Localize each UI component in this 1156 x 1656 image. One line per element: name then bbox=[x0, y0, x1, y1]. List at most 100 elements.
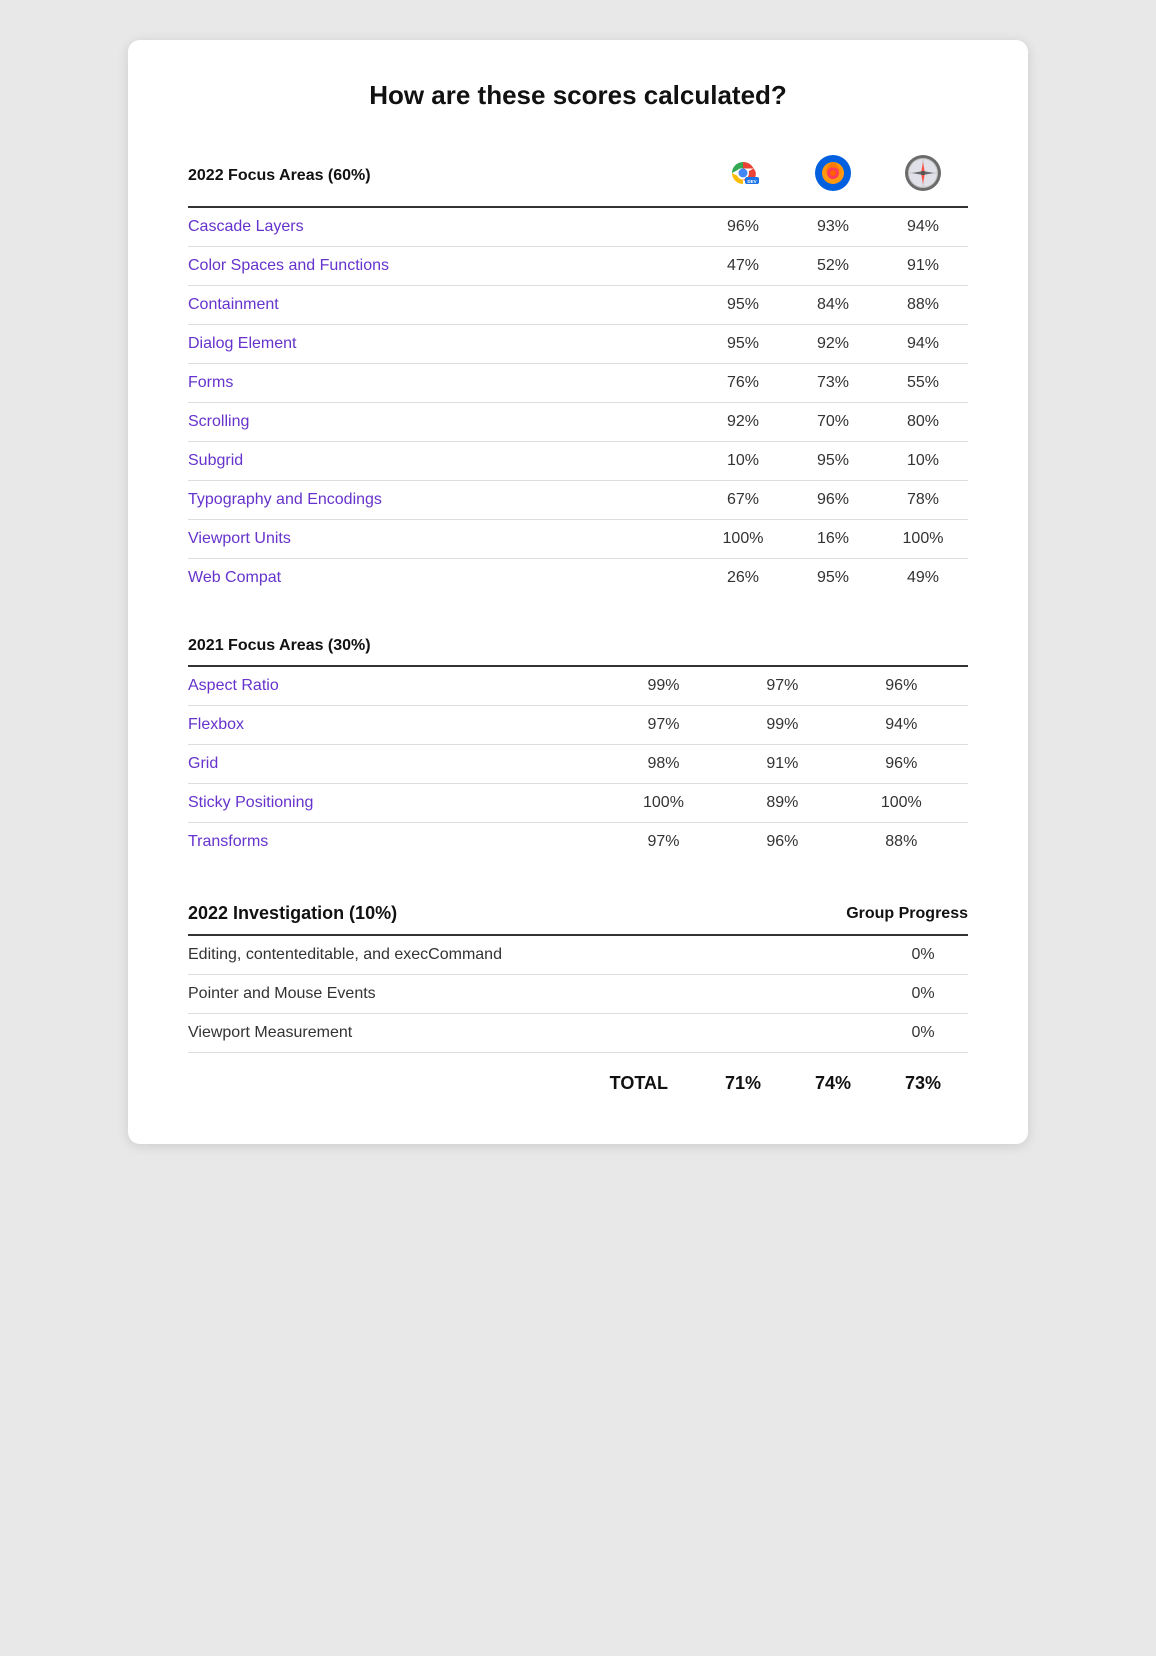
score-col-0: 99% bbox=[597, 666, 730, 706]
score-col-0: 100% bbox=[597, 784, 730, 823]
investigation-label: 2022 Investigation (10%) bbox=[188, 903, 397, 924]
investigation-header: 2022 Investigation (10%) Group Progress bbox=[188, 893, 968, 934]
row-label[interactable]: Forms bbox=[188, 364, 698, 403]
focus2021-table: 2021 Focus Areas (30%) Aspect Ratio 99% … bbox=[188, 629, 968, 861]
score-col-1: 97% bbox=[730, 666, 834, 706]
table-row: Subgrid 10% 95% 10% bbox=[188, 442, 968, 481]
score-col-0: 92% bbox=[698, 403, 788, 442]
inv-row-label: Viewport Measurement bbox=[188, 1014, 878, 1053]
score-col-1: 89% bbox=[730, 784, 834, 823]
table-row: Transforms 97% 96% 88% bbox=[188, 823, 968, 862]
table-row: Color Spaces and Functions 47% 52% 91% bbox=[188, 247, 968, 286]
score-col-0: 98% bbox=[597, 745, 730, 784]
row-label[interactable]: Color Spaces and Functions bbox=[188, 247, 698, 286]
score-col-0: 26% bbox=[698, 559, 788, 598]
score-col-1: 16% bbox=[788, 520, 878, 559]
score-col-1: 92% bbox=[788, 325, 878, 364]
chrome-header: DEV bbox=[698, 147, 788, 207]
row-label[interactable]: Containment bbox=[188, 286, 698, 325]
row-label[interactable]: Viewport Units bbox=[188, 520, 698, 559]
score-col-0: 10% bbox=[698, 442, 788, 481]
focus2022-section-label: 2022 Focus Areas (60%) bbox=[188, 147, 698, 207]
total-score-1: 74% bbox=[788, 1073, 878, 1094]
svg-text:DEV: DEV bbox=[747, 179, 756, 184]
score-col-2: 49% bbox=[878, 559, 968, 598]
score-col-0: 96% bbox=[698, 207, 788, 247]
score-col-1: 99% bbox=[730, 706, 834, 745]
gap1 bbox=[188, 597, 968, 629]
table-row: Cascade Layers 96% 93% 94% bbox=[188, 207, 968, 247]
score-col-2: 100% bbox=[878, 520, 968, 559]
table-row: Containment 95% 84% 88% bbox=[188, 286, 968, 325]
focus2021-section-label: 2021 Focus Areas (30%) bbox=[188, 637, 371, 654]
chrome-icon: DEV bbox=[725, 155, 761, 191]
score-col-2: 94% bbox=[878, 325, 968, 364]
row-label[interactable]: Grid bbox=[188, 745, 597, 784]
inv-score-col: 0% bbox=[878, 936, 968, 975]
score-col-0: 97% bbox=[597, 706, 730, 745]
score-col-1: 91% bbox=[730, 745, 834, 784]
table-row: Scrolling 92% 70% 80% bbox=[188, 403, 968, 442]
row-label[interactable]: Transforms bbox=[188, 823, 597, 862]
total-score-2: 73% bbox=[878, 1073, 968, 1094]
score-col-1: 96% bbox=[730, 823, 834, 862]
score-col-2: 94% bbox=[835, 706, 968, 745]
score-col-1: 70% bbox=[788, 403, 878, 442]
score-col-1: 93% bbox=[788, 207, 878, 247]
row-label[interactable]: Cascade Layers bbox=[188, 207, 698, 247]
score-col-2: 91% bbox=[878, 247, 968, 286]
inv-row-label: Editing, contenteditable, and execComman… bbox=[188, 936, 878, 975]
main-card: How are these scores calculated? 2022 Fo… bbox=[128, 40, 1028, 1144]
score-col-0: 95% bbox=[698, 286, 788, 325]
table-row: Web Compat 26% 95% 49% bbox=[188, 559, 968, 598]
table-row: Pointer and Mouse Events 0% bbox=[188, 975, 968, 1014]
inv-score-col: 0% bbox=[878, 975, 968, 1014]
score-col-0: 95% bbox=[698, 325, 788, 364]
table-row: Aspect Ratio 99% 97% 96% bbox=[188, 666, 968, 706]
row-label[interactable]: Dialog Element bbox=[188, 325, 698, 364]
row-label[interactable]: Sticky Positioning bbox=[188, 784, 597, 823]
table-row: Editing, contenteditable, and execComman… bbox=[188, 936, 968, 975]
table-row: Grid 98% 91% 96% bbox=[188, 745, 968, 784]
score-col-2: 10% bbox=[878, 442, 968, 481]
gap2 bbox=[188, 861, 968, 893]
score-col-2: 78% bbox=[878, 481, 968, 520]
table-row: Dialog Element 95% 92% 94% bbox=[188, 325, 968, 364]
row-label[interactable]: Typography and Encodings bbox=[188, 481, 698, 520]
score-col-1: 96% bbox=[788, 481, 878, 520]
total-row: TOTAL 71% 74% 73% bbox=[188, 1053, 968, 1094]
score-col-0: 76% bbox=[698, 364, 788, 403]
score-col-1: 84% bbox=[788, 286, 878, 325]
investigation-table: Editing, contenteditable, and execComman… bbox=[188, 936, 968, 1053]
row-label[interactable]: Flexbox bbox=[188, 706, 597, 745]
score-col-1: 95% bbox=[788, 442, 878, 481]
score-col-1: 95% bbox=[788, 559, 878, 598]
firefox-icon bbox=[815, 155, 851, 191]
score-col-0: 100% bbox=[698, 520, 788, 559]
total-label: TOTAL bbox=[610, 1073, 668, 1094]
inv-score-col: 0% bbox=[878, 1014, 968, 1053]
score-col-1: 73% bbox=[788, 364, 878, 403]
score-col-2: 94% bbox=[878, 207, 968, 247]
row-label[interactable]: Web Compat bbox=[188, 559, 698, 598]
firefox-header bbox=[788, 147, 878, 207]
score-col-1: 52% bbox=[788, 247, 878, 286]
table-row: Forms 76% 73% 55% bbox=[188, 364, 968, 403]
table-row: Flexbox 97% 99% 94% bbox=[188, 706, 968, 745]
score-col-2: 88% bbox=[878, 286, 968, 325]
row-label[interactable]: Scrolling bbox=[188, 403, 698, 442]
inv-row-label: Pointer and Mouse Events bbox=[188, 975, 878, 1014]
focus2022-table: 2022 Focus Areas (60%) DEV bbox=[188, 147, 968, 597]
score-col-2: 80% bbox=[878, 403, 968, 442]
table-row: Typography and Encodings 67% 96% 78% bbox=[188, 481, 968, 520]
row-label[interactable]: Aspect Ratio bbox=[188, 666, 597, 706]
score-col-2: 88% bbox=[835, 823, 968, 862]
score-col-2: 100% bbox=[835, 784, 968, 823]
page-title: How are these scores calculated? bbox=[188, 80, 968, 111]
score-col-0: 47% bbox=[698, 247, 788, 286]
group-progress-label: Group Progress bbox=[846, 905, 968, 923]
table-row: Sticky Positioning 100% 89% 100% bbox=[188, 784, 968, 823]
row-label[interactable]: Subgrid bbox=[188, 442, 698, 481]
score-col-0: 97% bbox=[597, 823, 730, 862]
score-col-2: 55% bbox=[878, 364, 968, 403]
